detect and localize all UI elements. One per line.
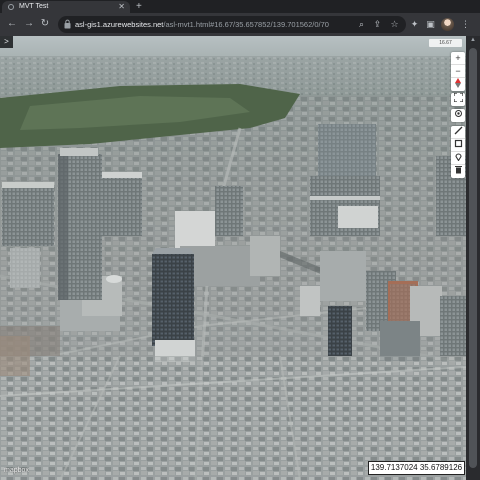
fullscreen-button[interactable] (451, 92, 465, 106)
reload-icon[interactable]: ↻ (38, 17, 52, 31)
compass-button[interactable] (451, 78, 465, 91)
draw-line-icon (454, 126, 462, 135)
profile-avatar[interactable] (441, 18, 454, 31)
forward-icon[interactable]: → (22, 17, 36, 31)
back-icon[interactable]: ← (5, 17, 19, 31)
bookmark-star-icon[interactable]: ☆ (388, 18, 401, 31)
fullscreen-control (451, 92, 465, 106)
zoom-icon[interactable]: ⌕ (355, 18, 368, 31)
zoom-in-button[interactable]: + (451, 52, 465, 65)
share-icon[interactable]: ⇪ (371, 18, 384, 31)
trash-button[interactable] (451, 165, 465, 178)
address-bar[interactable]: asl-gis1.azurewebsites.net/asl-mvt1.html… (58, 16, 406, 33)
coordinate-readout: 139.7137024 35.6789126 (368, 461, 465, 475)
close-tab-icon[interactable]: ✕ (118, 1, 125, 13)
lock-icon (64, 19, 71, 29)
tab-title: MVT Test (19, 3, 49, 10)
side-panel-icon[interactable]: ▣ (424, 18, 437, 31)
mapbox-logo[interactable]: mapbox (4, 467, 29, 474)
zoom-level-label: 16.67 (429, 39, 462, 47)
globe-icon (8, 4, 14, 10)
navigation-control: + − (451, 52, 465, 91)
tab-strip: MVT Test ✕ + (0, 0, 480, 13)
more-menu-icon[interactable]: ⋮ (459, 18, 472, 31)
geolocate-icon (454, 110, 462, 117)
zoom-out-button[interactable]: − (451, 65, 465, 78)
trash-icon (454, 166, 462, 174)
new-tab-button[interactable]: + (136, 0, 142, 13)
extensions-icon[interactable]: ✦ (408, 18, 421, 31)
draw-polygon-button[interactable] (451, 139, 465, 152)
scroll-thumb[interactable] (469, 48, 477, 468)
3d-city-scene (0, 36, 480, 480)
geolocate-button[interactable] (451, 109, 465, 122)
map-view[interactable]: > 16.67 + − mapbox 139.7137024 35.678912… (0, 36, 480, 480)
fullscreen-icon (452, 92, 464, 103)
sidebar-toggle-button[interactable]: > (0, 36, 13, 48)
compass-icon (455, 78, 461, 88)
draw-polygon-icon (454, 139, 462, 148)
draw-line-button[interactable] (451, 126, 465, 139)
browser-toolbar: ← → ↻ asl-gis1.azurewebsites.net/asl-mvt… (0, 13, 480, 36)
draw-control (451, 126, 465, 178)
scroll-up-icon[interactable]: ▲ (466, 36, 480, 44)
tab-mvt-test[interactable]: MVT Test ✕ (2, 1, 130, 13)
draw-point-button[interactable] (451, 152, 465, 165)
page-scrollbar[interactable]: ▲ (466, 36, 480, 480)
url-text: asl-gis1.azurewebsites.net/asl-mvt1.html… (75, 20, 329, 29)
draw-point-icon (454, 153, 462, 162)
geolocate-control (451, 109, 465, 122)
